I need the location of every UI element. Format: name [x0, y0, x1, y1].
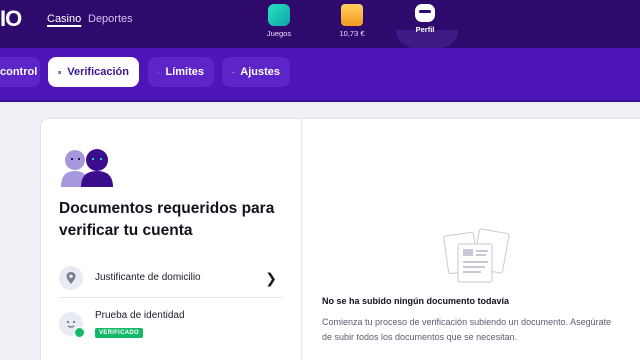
identity-icon: [59, 312, 85, 338]
top-header: IO Casino Deportes Juegos 10,73 € Perfil: [0, 0, 640, 48]
document-row-identity[interactable]: Prueba de identidad VERIFICADO: [59, 306, 283, 342]
empty-state-description: Comienza tu proceso de verificación subi…: [322, 317, 612, 342]
balance-amount: 10,73 €: [339, 29, 365, 38]
account-subnav: control Verificación Límites Ajustes: [0, 48, 640, 102]
check-icon: [74, 327, 85, 338]
documents-heading: Documentos requeridos para verificar tu …: [59, 200, 275, 239]
document-label: Prueba de identidad: [95, 309, 185, 321]
limit-icon: [158, 71, 160, 73]
nav-item-games[interactable]: Juegos: [249, 4, 309, 44]
profile-icon: [415, 4, 435, 22]
nav-link-deportes[interactable]: Deportes: [88, 13, 133, 25]
tab-control[interactable]: control: [0, 57, 40, 87]
nav-item-profile-label: Perfil: [415, 25, 435, 34]
empty-documents-illustration: [443, 228, 510, 283]
identity-avatars-icon: [61, 149, 113, 187]
nav-link-casino[interactable]: Casino: [47, 13, 81, 25]
empty-state-title: No se ha subido ningún documento todavía: [322, 296, 510, 306]
gear-icon: [232, 71, 234, 73]
nav-item-games-label: Juegos: [266, 29, 292, 38]
document-icon: [58, 70, 61, 74]
document-row-address[interactable]: Justificante de domicilio ❯: [59, 258, 283, 298]
tab-control-label: control: [0, 66, 38, 78]
tab-settings-label: Ajustes: [240, 66, 280, 78]
status-badge: VERIFICADO: [95, 327, 144, 338]
chevron-right-icon[interactable]: ❯: [265, 270, 277, 287]
location-pin-icon: [59, 265, 83, 290]
tab-verification-label: Verificación: [67, 66, 129, 78]
nav-item-profile[interactable]: Perfil: [395, 4, 455, 44]
games-icon: [268, 4, 290, 26]
brand-logo[interactable]: IO: [0, 6, 30, 32]
tab-limits[interactable]: Límites: [148, 57, 214, 87]
tab-limits-label: Límites: [165, 66, 204, 78]
nav-item-balance[interactable]: 10,73 €: [322, 4, 382, 44]
coins-icon: [341, 4, 363, 26]
document-label: Justificante de domicilio: [95, 272, 201, 283]
tab-settings[interactable]: Ajustes: [222, 57, 290, 87]
tab-verification[interactable]: Verificación: [48, 57, 139, 87]
panel-divider: [301, 118, 302, 360]
